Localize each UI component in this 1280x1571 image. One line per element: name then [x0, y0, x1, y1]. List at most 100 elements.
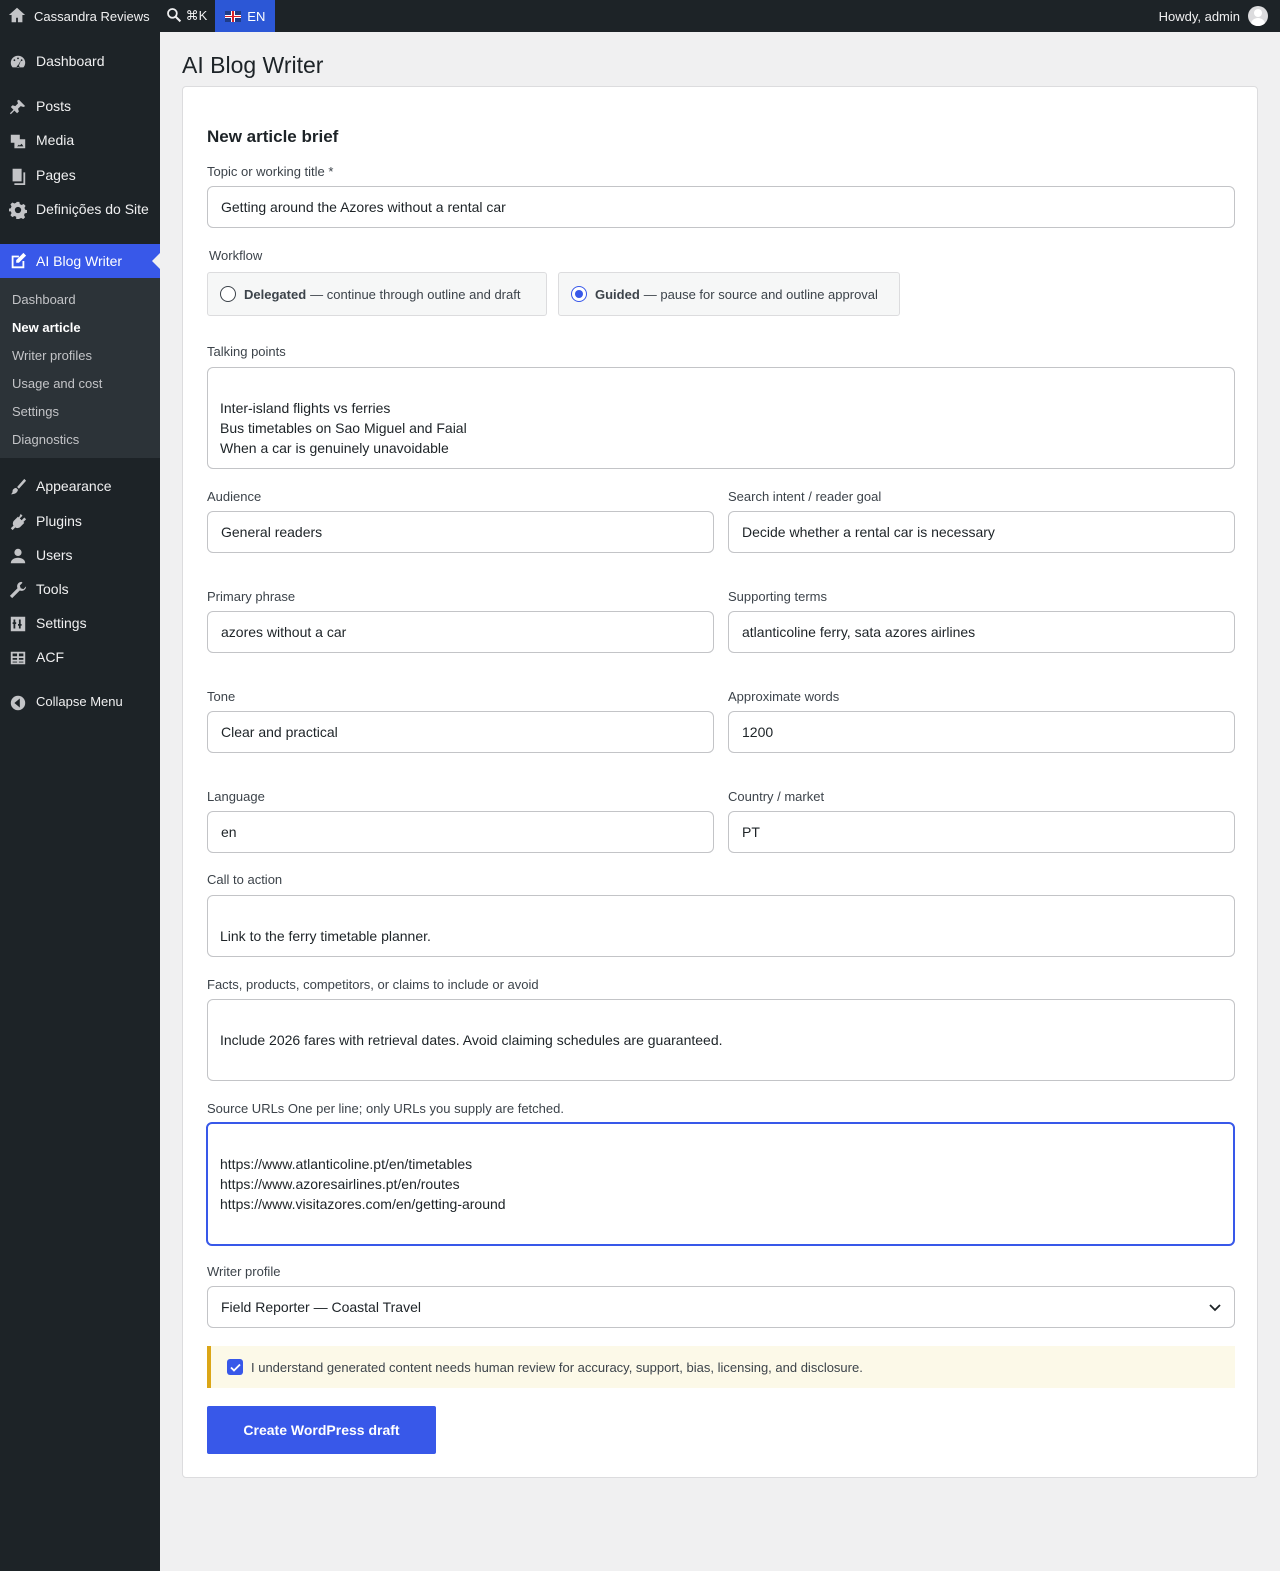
sidebar-item-pages[interactable]: Pages: [0, 166, 160, 186]
tone-label: Tone: [207, 689, 236, 704]
cta-label: Call to action: [207, 872, 283, 887]
cta-text: Link to the ferry timetable planner.: [220, 928, 431, 944]
submenu-new-article[interactable]: New article: [0, 314, 160, 342]
sidebar-item-label: Tools: [36, 581, 69, 597]
account-menu[interactable]: Howdy, admin: [1151, 0, 1280, 32]
wrench-icon: [8, 580, 28, 600]
sidebar-item-label: Settings: [36, 615, 87, 631]
search-shortcut: ⌘K: [185, 8, 208, 23]
sidebar-item-label: Appearance: [36, 478, 112, 494]
sidebar-item-label: Collapse Menu: [36, 694, 123, 709]
pages-icon: [8, 166, 28, 186]
command-search-button[interactable]: ⌘K: [158, 0, 216, 32]
workflow-label: Workflow: [209, 248, 263, 263]
search-intent-label: Search intent / reader goal: [728, 489, 882, 504]
sidebar-item-label: Dashboard: [36, 53, 105, 69]
facts-textarea[interactable]: Include 2026 fares with retrieval dates.…: [207, 999, 1235, 1081]
writer-profile-select[interactable]: Field Reporter — Coastal Travel: [207, 1286, 1235, 1328]
sidebar-item-label: Plugins: [36, 513, 82, 529]
facts-text: Include 2026 fares with retrieval dates.…: [220, 1032, 723, 1048]
user-icon: [8, 546, 28, 566]
sidebar-item-label: Posts: [36, 98, 72, 114]
avatar: [1248, 6, 1268, 26]
sidebar-item-ai-blog-writer[interactable]: AI Blog Writer: [0, 244, 160, 278]
admin-sidebar: Dashboard Posts Media Pages Definições d…: [0, 32, 160, 1571]
workflow-delegated-option[interactable]: Delegated — continue through outline and…: [207, 272, 547, 316]
submenu-diagnostics[interactable]: Diagnostics: [0, 426, 160, 454]
writer-profile-value: Field Reporter — Coastal Travel: [221, 1299, 421, 1315]
review-consent-notice: I understand generated content needs hum…: [207, 1346, 1235, 1388]
delegated-desc: — continue through outline and draft: [310, 286, 521, 302]
sidebar-item-label: Definições do Site: [36, 201, 149, 217]
sidebar-item-settings[interactable]: Settings: [0, 614, 160, 634]
article-brief-card: New article brief Topic or working title…: [182, 86, 1258, 1478]
topic-input[interactable]: Getting around the Azores without a rent…: [207, 186, 1235, 228]
topic-label: Topic or working title *: [207, 164, 334, 179]
language-label: Language: [207, 789, 265, 804]
collapse-icon: [8, 693, 28, 713]
table-icon: [8, 648, 28, 668]
sidebar-item-label: Pages: [36, 167, 76, 183]
page-title: AI Blog Writer: [182, 52, 324, 78]
plug-icon: [8, 512, 28, 532]
dashboard-icon: [8, 52, 28, 72]
supporting-terms-input[interactable]: atlanticoline ferry, sata azores airline…: [728, 611, 1235, 653]
writer-profile-label: Writer profile: [207, 1264, 281, 1279]
home-icon: [8, 6, 26, 27]
language-input[interactable]: en: [207, 811, 714, 853]
tone-input[interactable]: Clear and practical: [207, 711, 714, 753]
source-urls-text: https://www.atlanticoline.pt/en/timetabl…: [220, 1156, 506, 1212]
sidebar-item-label: AI Blog Writer: [36, 253, 123, 269]
create-draft-button[interactable]: Create WordPress draft: [207, 1406, 436, 1454]
sidebar-item-label: Users: [36, 547, 73, 563]
admin-bar: Cassandra Reviews ⌘K EN Howdy, admin: [0, 0, 1280, 32]
sidebar-item-plugins[interactable]: Plugins: [0, 512, 160, 532]
sidebar-item-appearance[interactable]: Appearance: [0, 477, 160, 497]
approx-words-input[interactable]: 1200: [728, 711, 1235, 753]
submenu-usage-and-cost[interactable]: Usage and cost: [0, 370, 160, 398]
language-code: EN: [247, 8, 266, 24]
brush-icon: [8, 477, 28, 497]
talking-points-textarea[interactable]: Inter-island flights vs ferries Bus time…: [207, 367, 1235, 469]
submenu-writer-profiles[interactable]: Writer profiles: [0, 342, 160, 370]
uk-flag-icon: [225, 10, 242, 22]
guided-radio[interactable]: [571, 286, 587, 302]
sidebar-item-label: ACF: [36, 649, 64, 665]
section-title: New article brief: [207, 127, 339, 146]
sidebar-item-acf[interactable]: ACF: [0, 648, 160, 668]
sidebar-item-users[interactable]: Users: [0, 546, 160, 566]
source-urls-textarea[interactable]: https://www.atlanticoline.pt/en/timetabl…: [206, 1122, 1235, 1246]
chevron-down-icon: [1209, 1299, 1221, 1315]
site-name-link[interactable]: Cassandra Reviews: [0, 0, 158, 32]
workflow-guided-option[interactable]: Guided — pause for source and outline ap…: [558, 272, 900, 316]
sidebar-item-dashboard[interactable]: Dashboard: [0, 52, 160, 72]
sidebar-item-posts[interactable]: Posts: [0, 97, 160, 117]
delegated-name: Delegated: [244, 286, 307, 302]
audience-input[interactable]: General readers: [207, 511, 714, 553]
sidebar-item-tools[interactable]: Tools: [0, 580, 160, 600]
facts-label: Facts, products, competitors, or claims …: [207, 977, 539, 992]
search-intent-input[interactable]: Decide whether a rental car is necessary: [728, 511, 1235, 553]
primary-phrase-input[interactable]: azores without a car: [207, 611, 714, 653]
sidebar-item-media[interactable]: Media: [0, 131, 160, 151]
gear-icon: [8, 200, 28, 220]
delegated-radio[interactable]: [220, 286, 236, 302]
country-input[interactable]: PT: [728, 811, 1235, 853]
consent-checkbox[interactable]: [227, 1359, 243, 1375]
sidebar-item-label: Media: [36, 132, 75, 148]
search-icon: [166, 7, 182, 26]
greeting: Howdy, admin: [1158, 8, 1240, 24]
submenu-settings[interactable]: Settings: [0, 398, 160, 426]
edit-page-icon: [8, 251, 28, 271]
approx-words-label: Approximate words: [728, 689, 840, 704]
collapse-menu-button[interactable]: Collapse Menu: [0, 693, 160, 713]
guided-name: Guided: [595, 286, 640, 302]
talking-points-label: Talking points: [207, 344, 286, 359]
language-switcher[interactable]: EN: [215, 0, 276, 32]
submenu-dashboard[interactable]: Dashboard: [0, 286, 160, 314]
sidebar-item-site-settings[interactable]: Definições do Site: [0, 200, 150, 220]
cta-textarea[interactable]: Link to the ferry timetable planner.: [207, 895, 1235, 957]
country-label: Country / market: [728, 789, 825, 804]
sliders-icon: [8, 614, 28, 634]
ai-blog-writer-submenu: Dashboard New article Writer profiles Us…: [0, 278, 160, 458]
